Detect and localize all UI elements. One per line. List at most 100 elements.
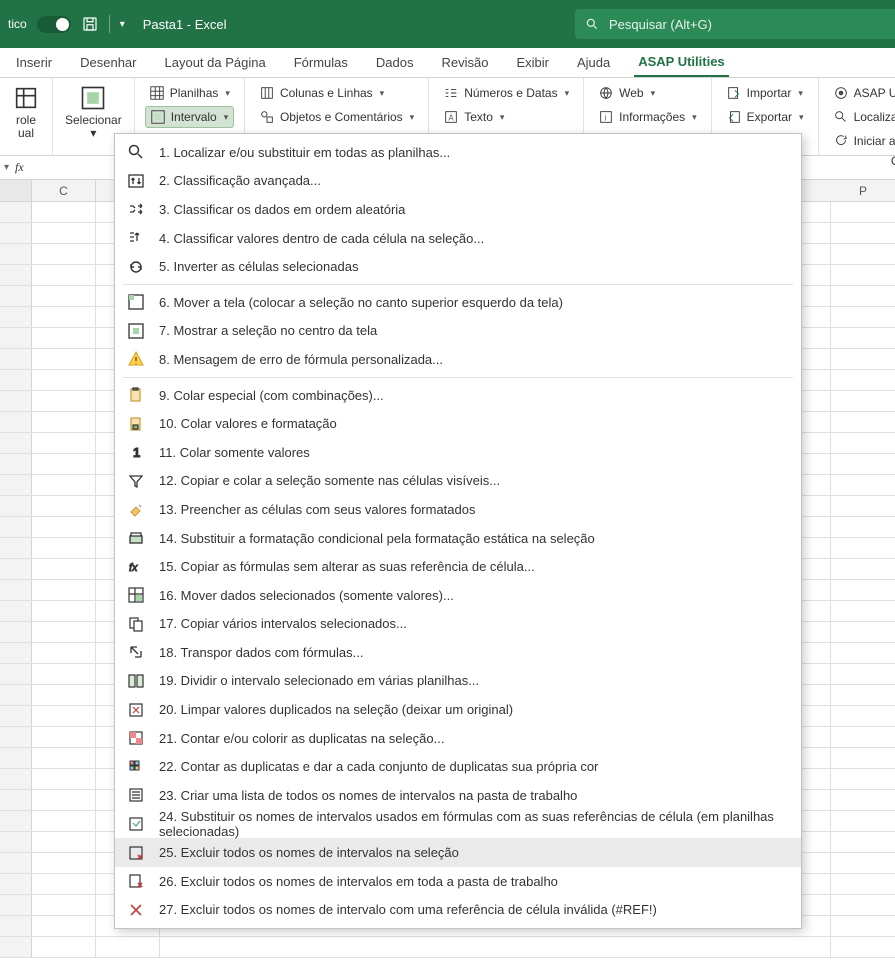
ribbon-btn-role[interactable]: roleual <box>6 82 46 142</box>
tab-asap[interactable]: ASAP Utilities <box>634 48 728 77</box>
grid-cell[interactable] <box>32 223 96 243</box>
grid-cell[interactable] <box>831 727 895 747</box>
row-number[interactable] <box>0 328 32 348</box>
row-number[interactable] <box>0 286 32 306</box>
ribbon-btn-importar[interactable]: Importar▾ <box>722 82 808 104</box>
quick-access-dropdown-icon[interactable]: ▾ <box>120 19 125 30</box>
menu-item-center[interactable]: 7. Mostrar a seleção no centro da tela <box>115 317 801 346</box>
grid-cell[interactable] <box>831 265 895 285</box>
row-number[interactable] <box>0 202 32 222</box>
row-number[interactable] <box>0 790 32 810</box>
row-number[interactable] <box>0 349 32 369</box>
ribbon-btn-exportar[interactable]: Exportar▾ <box>722 106 808 128</box>
row-number[interactable] <box>0 643 32 663</box>
menu-item-random[interactable]: 3. Classificar os dados em ordem aleatór… <box>115 195 801 224</box>
menu-item-del-names-sel[interactable]: 25. Excluir todos os nomes de intervalos… <box>115 838 801 867</box>
grid-cell[interactable] <box>831 874 895 894</box>
menu-item-del-names-ref[interactable]: 27. Excluir todos os nomes de intervalo … <box>115 895 801 924</box>
menu-item-list-names[interactable]: 23. Criar uma lista de todos os nomes de… <box>115 781 801 810</box>
tab-revisao[interactable]: Revisão <box>437 49 492 76</box>
tab-exibir[interactable]: Exibir <box>512 49 553 76</box>
row-number[interactable] <box>0 475 32 495</box>
auto-save-toggle[interactable] <box>37 16 71 33</box>
menu-item-move-data[interactable]: 16. Mover dados selecionados (somente va… <box>115 581 801 610</box>
ribbon-btn-asap[interactable]: ASAP Utilitie <box>829 82 895 104</box>
grid-cell[interactable] <box>32 412 96 432</box>
ribbon-btn-objetos[interactable]: Objetos e Comentários▾ <box>255 106 418 128</box>
grid-cell[interactable] <box>831 832 895 852</box>
row-number[interactable] <box>0 580 32 600</box>
grid-cell[interactable] <box>831 937 895 957</box>
grid-cell[interactable] <box>831 496 895 516</box>
menu-item-del-names-wb[interactable]: 26. Excluir todos os nomes de intervalos… <box>115 867 801 896</box>
grid-cell[interactable] <box>32 916 96 936</box>
row-number[interactable] <box>0 727 32 747</box>
grid-cell[interactable] <box>831 643 895 663</box>
grid-cell[interactable] <box>831 454 895 474</box>
save-icon[interactable] <box>81 15 99 33</box>
menu-item-invert[interactable]: 5. Inverter as células selecionadas <box>115 252 801 281</box>
row-number[interactable] <box>0 559 32 579</box>
grid-cell[interactable] <box>831 517 895 537</box>
grid-cell[interactable] <box>32 769 96 789</box>
row-number[interactable] <box>0 937 32 957</box>
grid-cell[interactable] <box>831 685 895 705</box>
grid-cell[interactable] <box>32 937 96 957</box>
grid-cell[interactable] <box>831 412 895 432</box>
row-number[interactable] <box>0 769 32 789</box>
menu-item-fill[interactable]: 13. Preencher as células com seus valore… <box>115 495 801 524</box>
grid-cell[interactable] <box>32 328 96 348</box>
grid-cell[interactable] <box>831 307 895 327</box>
grid-cell[interactable] <box>831 433 895 453</box>
grid-cell[interactable] <box>831 895 895 915</box>
row-number[interactable] <box>0 370 32 390</box>
ribbon-btn-intervalo[interactable]: Intervalo▾ <box>145 106 234 128</box>
menu-item-dup-color[interactable]: 22. Contar as duplicatas e dar a cada co… <box>115 752 801 781</box>
grid-cell[interactable] <box>831 475 895 495</box>
grid-cell[interactable] <box>32 559 96 579</box>
ribbon-btn-iniciar[interactable]: Iniciar a últim <box>829 130 895 152</box>
grid-cell[interactable] <box>831 202 895 222</box>
tab-desenhar[interactable]: Desenhar <box>76 49 140 76</box>
ribbon-btn-colunas[interactable]: Colunas e Linhas▾ <box>255 82 418 104</box>
name-box-caret-icon[interactable]: ▾ <box>4 162 9 173</box>
menu-item-move-corner[interactable]: 6. Mover a tela (colocar a seleção no ca… <box>115 288 801 317</box>
row-number[interactable] <box>0 853 32 873</box>
menu-item-static-format[interactable]: 14. Substituir a formatação condicional … <box>115 524 801 553</box>
row-number[interactable] <box>0 832 32 852</box>
menu-item-split[interactable]: 19. Dividir o intervalo selecionado em v… <box>115 667 801 696</box>
grid-cell[interactable] <box>831 916 895 936</box>
menu-item-replace-names[interactable]: 24. Substituir os nomes de intervalos us… <box>115 810 801 839</box>
grid-cell[interactable] <box>32 685 96 705</box>
menu-item-one[interactable]: 111. Colar somente valores <box>115 438 801 467</box>
row-number[interactable] <box>0 454 32 474</box>
grid-cell[interactable] <box>32 538 96 558</box>
grid-cell[interactable] <box>32 622 96 642</box>
row-number[interactable] <box>0 517 32 537</box>
grid-cell[interactable] <box>831 370 895 390</box>
grid-cell[interactable] <box>32 601 96 621</box>
menu-item-transpose[interactable]: 18. Transpor dados com fórmulas... <box>115 638 801 667</box>
grid-cell[interactable] <box>32 517 96 537</box>
select-all-corner[interactable] <box>0 180 32 201</box>
menu-item-search[interactable]: 1. Localizar e/ou substituir em todas as… <box>115 138 801 167</box>
menu-item-paste-special[interactable]: 9. Colar especial (com combinações)... <box>115 381 801 410</box>
grid-cell[interactable] <box>32 832 96 852</box>
menu-item-sort-cells[interactable]: 4. Classificar valores dentro de cada cé… <box>115 224 801 253</box>
grid-cell[interactable] <box>32 790 96 810</box>
row-number[interactable] <box>0 496 32 516</box>
tab-layout[interactable]: Layout da Página <box>161 49 270 76</box>
row-number[interactable] <box>0 433 32 453</box>
grid-cell[interactable] <box>831 706 895 726</box>
grid-cell[interactable] <box>32 811 96 831</box>
row-number[interactable] <box>0 685 32 705</box>
menu-item-paste-format[interactable]: 10. Colar valores e formatação <box>115 409 801 438</box>
menu-item-warning[interactable]: 8. Mensagem de erro de fórmula personali… <box>115 345 801 374</box>
row-number[interactable] <box>0 244 32 264</box>
grid-cell[interactable] <box>831 769 895 789</box>
grid-cell[interactable] <box>96 937 160 957</box>
grid-cell[interactable] <box>32 580 96 600</box>
row-number[interactable] <box>0 307 32 327</box>
grid-cell[interactable] <box>32 706 96 726</box>
fx-icon[interactable]: fx <box>15 160 24 175</box>
